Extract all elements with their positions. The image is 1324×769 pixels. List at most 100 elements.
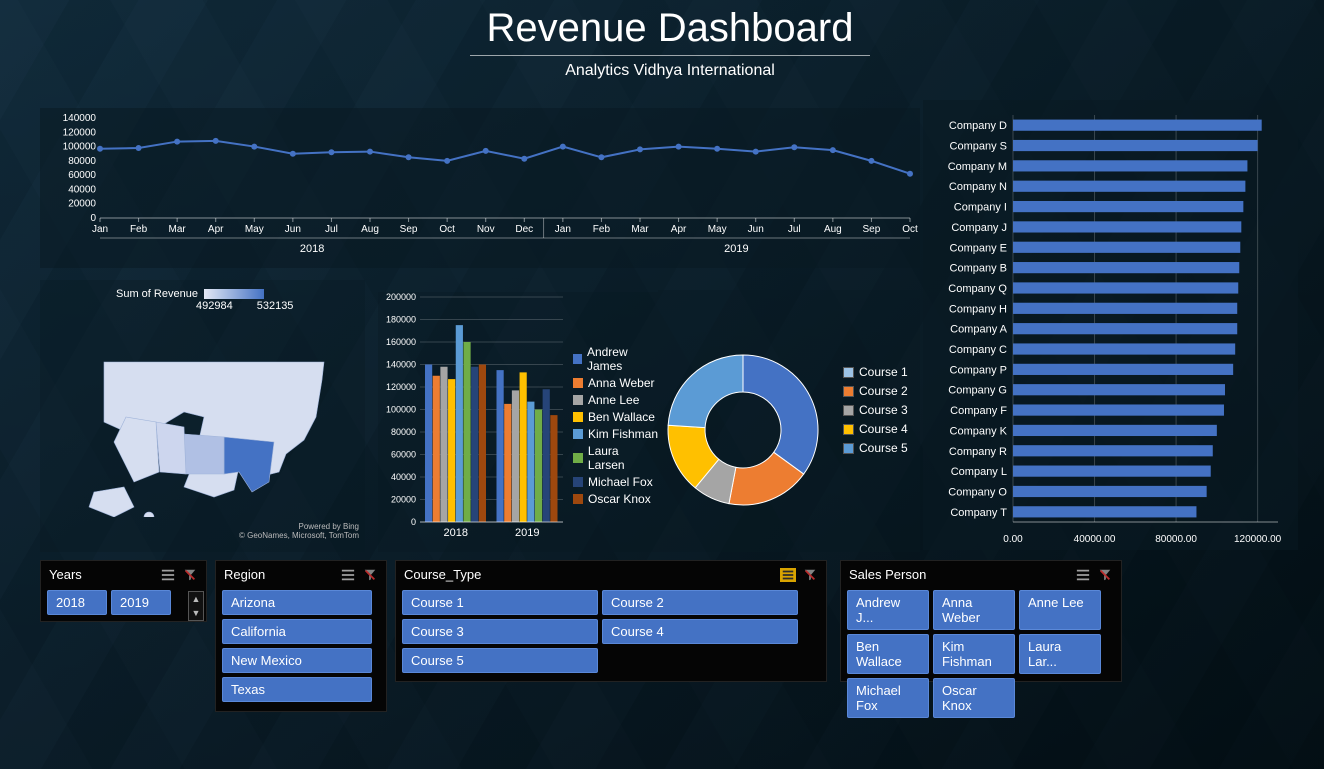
multiselect-icon[interactable]: [1075, 568, 1091, 582]
svg-text:Dec: Dec: [515, 224, 533, 235]
svg-text:Company M: Company M: [948, 161, 1007, 173]
multiselect-icon[interactable]: [160, 568, 176, 582]
svg-text:Apr: Apr: [208, 224, 224, 235]
slicer-chip[interactable]: Texas: [222, 677, 372, 702]
slicer-chip[interactable]: Course 3: [402, 619, 598, 644]
svg-text:Jan: Jan: [92, 224, 108, 235]
legend-item: Course 2: [843, 384, 908, 398]
clear-filter-icon[interactable]: [1097, 568, 1113, 582]
slicer-course: Course_Type Course 1Course 2Course 3Cour…: [395, 560, 827, 682]
svg-text:Company S: Company S: [950, 141, 1007, 153]
slicer-chip[interactable]: Course 4: [602, 619, 798, 644]
svg-text:Mar: Mar: [631, 224, 649, 235]
svg-text:Company Q: Company Q: [948, 283, 1007, 295]
svg-text:Sep: Sep: [400, 224, 418, 235]
slicer-years: Years 20182019 ▲▼: [40, 560, 207, 622]
us-map: [46, 312, 366, 517]
multiselect-icon[interactable]: [780, 568, 796, 582]
clear-filter-icon[interactable]: [802, 568, 818, 582]
svg-text:Jul: Jul: [325, 224, 338, 235]
slicer-chip[interactable]: Anna Weber: [933, 590, 1015, 630]
map-max: 532135: [257, 300, 294, 312]
svg-text:Company N: Company N: [949, 181, 1007, 193]
svg-text:120000: 120000: [386, 382, 416, 392]
svg-text:Company I: Company I: [954, 202, 1007, 214]
slicer-scrollbar[interactable]: ▲▼: [188, 591, 204, 621]
slicer-title: Region: [224, 567, 265, 582]
svg-text:Company R: Company R: [949, 446, 1007, 458]
svg-text:200000: 200000: [386, 292, 416, 302]
map-min: 492984: [196, 300, 233, 312]
grouped-bar-chart: 0200004000060000800001000001200001400001…: [378, 292, 658, 552]
svg-text:Company A: Company A: [950, 324, 1008, 336]
slicer-title: Years: [49, 567, 82, 582]
slicer-chip[interactable]: California: [222, 619, 372, 644]
map-legend-gradient: [204, 289, 264, 299]
map-legend: Sum of Revenue: [116, 288, 359, 300]
map-chart: Sum of Revenue 492984 532135 Powered by …: [40, 280, 365, 552]
legend-item: Oscar Knox: [573, 492, 658, 506]
svg-text:2018: 2018: [300, 243, 324, 255]
legend-item: Anna Weber: [573, 376, 658, 390]
svg-text:40000.00: 40000.00: [1074, 534, 1116, 545]
svg-text:May: May: [708, 224, 727, 235]
clear-filter-icon[interactable]: [182, 568, 198, 582]
line-chart: 020000400006000080000100000120000140000J…: [40, 108, 920, 268]
svg-text:Company C: Company C: [949, 344, 1007, 356]
slicer-chip[interactable]: 2019: [111, 590, 171, 615]
slicer-chip[interactable]: New Mexico: [222, 648, 372, 673]
svg-text:Company T: Company T: [950, 507, 1007, 519]
svg-text:2019: 2019: [724, 243, 748, 255]
legend-item: Michael Fox: [573, 475, 658, 489]
slicer-chip[interactable]: Oscar Knox: [933, 678, 1015, 718]
svg-text:Company E: Company E: [950, 242, 1007, 254]
slicer-chip[interactable]: Arizona: [222, 590, 372, 615]
svg-text:2019: 2019: [515, 527, 539, 539]
slicer-chip[interactable]: Kim Fishman: [933, 634, 1015, 674]
slicer-chip[interactable]: Ben Wallace: [847, 634, 929, 674]
company-bar-chart: 0.0040000.0080000.00120000.00Company DCo…: [923, 100, 1298, 550]
dashboard-header: Revenue Dashboard Analytics Vidhya Inter…: [470, 6, 870, 80]
svg-text:Company O: Company O: [948, 486, 1007, 498]
slicer-chip[interactable]: Course 5: [402, 648, 598, 673]
legend-item: Course 4: [843, 422, 908, 436]
svg-text:40000: 40000: [68, 184, 96, 195]
svg-text:Company P: Company P: [950, 364, 1007, 376]
slicer-chip[interactable]: Course 1: [402, 590, 598, 615]
svg-text:2018: 2018: [444, 527, 468, 539]
svg-text:Company G: Company G: [948, 385, 1007, 397]
slicer-chip[interactable]: 2018: [47, 590, 107, 615]
donut-legend: Course 1Course 2Course 3Course 4Course 5: [843, 360, 908, 460]
svg-text:160000: 160000: [386, 337, 416, 347]
svg-text:Company J: Company J: [951, 222, 1007, 234]
svg-text:Company F: Company F: [950, 405, 1007, 417]
map-legend-label: Sum of Revenue: [116, 288, 198, 300]
svg-text:60000: 60000: [391, 450, 416, 460]
svg-text:Company L: Company L: [951, 466, 1007, 478]
slicer-chip[interactable]: Course 2: [602, 590, 798, 615]
svg-text:80000.00: 80000.00: [1155, 534, 1197, 545]
slicer-chip[interactable]: Laura Lar...: [1019, 634, 1101, 674]
legend-item: Andrew James: [573, 345, 658, 373]
legend-item: Laura Larsen: [573, 444, 658, 472]
svg-text:0: 0: [411, 517, 416, 527]
slicer-region: Region Arizona California New Mexico Texas: [215, 560, 387, 712]
svg-text:80000: 80000: [391, 427, 416, 437]
slicer-chip[interactable]: Andrew J...: [847, 590, 929, 630]
svg-text:Feb: Feb: [130, 224, 148, 235]
svg-text:140000: 140000: [386, 360, 416, 370]
svg-text:Aug: Aug: [361, 224, 379, 235]
clear-filter-icon[interactable]: [362, 568, 378, 582]
legend-item: Course 3: [843, 403, 908, 417]
slicer-chip[interactable]: Anne Lee: [1019, 590, 1101, 630]
svg-text:Oct: Oct: [902, 224, 918, 235]
slicer-sales: Sales Person Andrew J...Anna WeberAnne L…: [840, 560, 1122, 682]
svg-text:Company K: Company K: [950, 425, 1008, 437]
multiselect-icon[interactable]: [340, 568, 356, 582]
svg-text:May: May: [245, 224, 264, 235]
slicer-chip[interactable]: Michael Fox: [847, 678, 929, 718]
grouped-bar-legend: Andrew JamesAnna WeberAnne LeeBen Wallac…: [573, 342, 658, 509]
svg-text:0.00: 0.00: [1003, 534, 1023, 545]
svg-text:Nov: Nov: [477, 224, 495, 235]
svg-text:Company B: Company B: [950, 263, 1007, 275]
